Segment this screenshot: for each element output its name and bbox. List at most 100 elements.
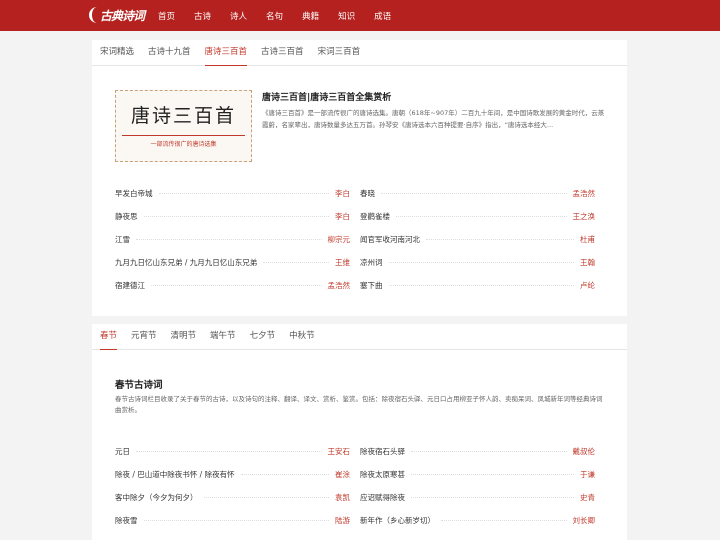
poem-author[interactable]: 孟浩然 <box>328 280 351 291</box>
list-item[interactable]: 凉州词 王翰 <box>360 256 595 268</box>
poem-title[interactable]: 静夜思 <box>115 211 138 222</box>
poem-author[interactable]: 李白 <box>335 211 350 222</box>
poem-title[interactable]: 应诏赋得除夜 <box>360 492 405 503</box>
nav-classics[interactable]: 典籍 <box>302 10 319 22</box>
poem-author[interactable]: 王维 <box>335 257 350 268</box>
list-item[interactable]: 元日 王安石 <box>115 445 350 457</box>
dotted-leader <box>263 261 329 263</box>
festival-description: 春节古诗词栏目收录了关于春节的古诗，以及诗句的注释、翻译、译文、赏析、鉴赏。包括… <box>115 395 603 414</box>
list-item[interactable]: 除夜宿石头驿 戴叔伦 <box>360 445 595 457</box>
dotted-leader <box>158 192 329 194</box>
list-item[interactable]: 九月九日忆山东兄弟 / 九月九日忆山东兄弟 王维 <box>115 256 350 268</box>
list-item[interactable]: 春晓 孟浩然 <box>360 187 595 199</box>
festival-card: 春节 元宵节 清明节 端午节 七夕节 中秋节 春节古诗词 春节古诗词栏目收录了关… <box>92 324 627 540</box>
poem-title[interactable]: 除夜雪 <box>115 515 138 526</box>
tab-songci-300[interactable]: 宋词三百首 <box>318 40 361 66</box>
nav-poets[interactable]: 诗人 <box>230 10 247 22</box>
dotted-leader <box>411 496 574 498</box>
dotted-leader <box>151 284 322 286</box>
poem-title[interactable]: 春晓 <box>360 188 375 199</box>
poem-title[interactable]: 江雪 <box>115 234 130 245</box>
poem-author[interactable]: 柳宗元 <box>328 234 351 245</box>
tab-tang-300[interactable]: 唐诗三百首 <box>204 40 248 66</box>
collection-title[interactable]: 唐诗三百首|唐诗三百首全集赏析 <box>262 90 391 103</box>
poem-author[interactable]: 王之涣 <box>573 211 596 222</box>
tab-spring-festival[interactable]: 春节 <box>100 324 118 350</box>
dotted-leader <box>203 496 329 498</box>
poem-title[interactable]: 客中除夕（今夕为何夕） <box>115 492 198 503</box>
nav-poems[interactable]: 古诗 <box>194 10 211 22</box>
tab-lantern-festival[interactable]: 元宵节 <box>131 324 157 350</box>
tab-dragon-boat[interactable]: 端午节 <box>210 324 236 350</box>
list-item[interactable]: 除夜 / 巴山道中除夜书怀 / 除夜有怀 崔涂 <box>115 468 350 480</box>
poem-author[interactable]: 史青 <box>580 492 595 503</box>
tab-gushi-300[interactable]: 古诗三百首 <box>261 40 304 66</box>
cover-title: 唐诗三百首 <box>130 105 236 127</box>
poem-author[interactable]: 袁凯 <box>335 492 350 503</box>
collection-card: 宋词精选 古诗十九首 唐诗三百首 古诗三百首 宋词三百首 唐诗三百首 一部流传很… <box>92 40 627 316</box>
poem-title[interactable]: 九月九日忆山东兄弟 / 九月九日忆山东兄弟 <box>115 257 257 268</box>
dotted-leader <box>388 284 574 286</box>
list-item[interactable]: 除夜雪 陆游 <box>115 514 350 526</box>
list-item[interactable]: 宿建德江 孟浩然 <box>115 279 350 291</box>
book-cover-image[interactable]: 唐诗三百首 一部流传很广的唐诗选集 <box>115 90 252 162</box>
poem-author[interactable]: 刘长卿 <box>573 515 596 526</box>
poem-title[interactable]: 闻官军收河南河北 <box>360 234 420 245</box>
poem-author[interactable]: 卢纶 <box>580 280 595 291</box>
nav-idioms[interactable]: 成语 <box>374 10 391 22</box>
poem-author[interactable]: 李白 <box>335 188 350 199</box>
site-logo[interactable]: 古典诗词 <box>89 5 145 26</box>
poem-author[interactable]: 于谦 <box>580 469 595 480</box>
tab-qingming[interactable]: 清明节 <box>171 324 197 350</box>
tab-mid-autumn[interactable]: 中秋节 <box>289 324 315 350</box>
main-nav: 首页 古诗 诗人 名句 典籍 知识 成语 <box>158 0 410 31</box>
poem-author[interactable]: 戴叔伦 <box>573 446 596 457</box>
list-item[interactable]: 登鹳雀楼 王之涣 <box>360 210 595 222</box>
list-item[interactable]: 静夜思 李白 <box>115 210 350 222</box>
poem-title[interactable]: 新年作（乡心新岁切） <box>360 515 435 526</box>
collection-tabs: 宋词精选 古诗十九首 唐诗三百首 古诗三百首 宋词三百首 <box>92 40 627 66</box>
list-item[interactable]: 新年作（乡心新岁切） 刘长卿 <box>360 514 595 526</box>
poem-title[interactable]: 除夜太原寒甚 <box>360 469 405 480</box>
dotted-leader <box>411 450 567 452</box>
poem-title[interactable]: 凉州词 <box>360 257 383 268</box>
dotted-leader <box>396 215 567 217</box>
poem-author[interactable]: 陆游 <box>335 515 350 526</box>
poem-title[interactable]: 元日 <box>115 446 130 457</box>
tab-nineteen-poems[interactable]: 古诗十九首 <box>148 40 191 66</box>
dotted-leader <box>388 261 574 263</box>
list-item[interactable]: 江雪 柳宗元 <box>115 233 350 245</box>
top-nav-bar: 古典诗词 首页 古诗 诗人 名句 典籍 知识 成语 <box>0 0 720 31</box>
poem-title[interactable]: 除夜宿石头驿 <box>360 446 405 457</box>
list-item[interactable]: 闻官军收河南河北 杜甫 <box>360 233 595 245</box>
nav-quotes[interactable]: 名句 <box>266 10 283 22</box>
poem-author[interactable]: 杜甫 <box>580 234 595 245</box>
logo-text: 古典诗词 <box>100 9 145 23</box>
dotted-leader <box>136 238 322 240</box>
festival-tabs: 春节 元宵节 清明节 端午节 七夕节 中秋节 <box>92 324 627 350</box>
list-item[interactable]: 客中除夕（今夕为何夕） 袁凯 <box>115 491 350 503</box>
poem-title[interactable]: 宿建德江 <box>115 280 145 291</box>
poem-author[interactable]: 崔涂 <box>335 469 350 480</box>
poem-author[interactable]: 王翰 <box>580 257 595 268</box>
poem-title[interactable]: 登鹳雀楼 <box>360 211 390 222</box>
dotted-leader <box>426 238 574 240</box>
festival-title: 春节古诗词 <box>115 380 163 391</box>
tab-songci-selected[interactable]: 宋词精选 <box>100 40 134 66</box>
list-item[interactable]: 除夜太原寒甚 于谦 <box>360 468 595 480</box>
list-item[interactable]: 应诏赋得除夜 史青 <box>360 491 595 503</box>
dotted-leader <box>240 473 329 475</box>
nav-home[interactable]: 首页 <box>158 10 175 22</box>
poem-title[interactable]: 早发白帝城 <box>115 188 153 199</box>
poem-author[interactable]: 王安石 <box>328 446 351 457</box>
list-item[interactable]: 塞下曲 卢纶 <box>360 279 595 291</box>
poem-author[interactable]: 孟浩然 <box>573 188 596 199</box>
poem-title[interactable]: 除夜 / 巴山道中除夜书怀 / 除夜有怀 <box>115 469 235 480</box>
dotted-leader <box>143 215 329 217</box>
list-item[interactable]: 早发白帝城 李白 <box>115 187 350 199</box>
poem-title[interactable]: 塞下曲 <box>360 280 383 291</box>
dotted-leader <box>411 473 574 475</box>
nav-knowledge[interactable]: 知识 <box>338 10 355 22</box>
dotted-leader <box>136 450 322 452</box>
tab-qixi[interactable]: 七夕节 <box>250 324 276 350</box>
